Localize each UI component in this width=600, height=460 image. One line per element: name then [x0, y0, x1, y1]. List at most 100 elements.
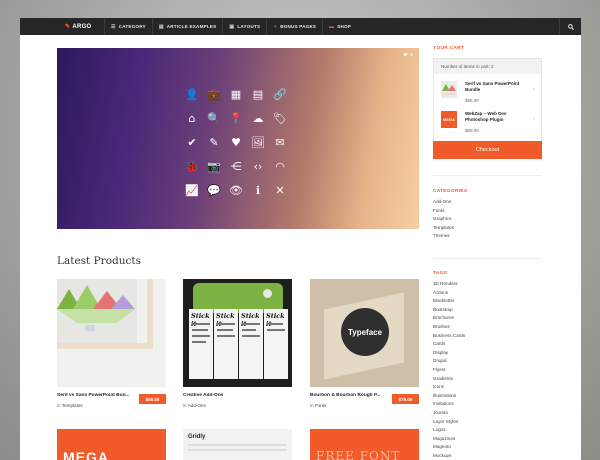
product-price[interactable]: $55.00	[139, 394, 166, 404]
cart-item-thumbnail[interactable]	[441, 81, 457, 98]
mega-text: MEGA	[63, 449, 109, 460]
product-price[interactable]: $79.00	[392, 394, 419, 404]
tag-link[interactable]: Gradients	[433, 375, 465, 384]
cart-item-title[interactable]: Serif vs Sans PowerPoint Bundle	[465, 81, 525, 93]
product-category-link[interactable]: Templates	[62, 403, 83, 408]
product-thumbnail[interactable]: MEGA	[57, 429, 166, 460]
nav-item-label: CATEGORY	[118, 24, 146, 29]
calendar-icon: ▦	[230, 87, 242, 101]
rss-icon: ◠	[275, 159, 285, 173]
tag-link[interactable]: Display	[433, 349, 465, 358]
tag-link[interactable]: Flyers	[433, 366, 465, 375]
cart-count: Number of items in cart: 2	[434, 59, 541, 74]
home-icon: ⌂	[188, 111, 196, 125]
tag-link[interactable]: Logos	[433, 426, 465, 435]
category-link[interactable]: Fonts	[433, 207, 454, 216]
product-category: in Fonts	[310, 403, 326, 408]
nav-item-label: SHOP	[337, 24, 352, 29]
tag-link[interactable]: Joomla	[433, 409, 465, 418]
check-icon: ✔	[187, 135, 197, 149]
badge-circle	[263, 289, 272, 298]
tag-link[interactable]: Blackletter	[433, 297, 465, 306]
nav-item-article-examples[interactable]: ▤ ARTICLE EXAMPLES	[151, 18, 223, 35]
gridly-bar	[188, 444, 287, 446]
tag-link[interactable]: Magazines	[433, 435, 465, 444]
card-line	[192, 329, 208, 331]
nav-item-label: ARTICLE EXAMPLES	[166, 24, 217, 29]
card-line	[217, 329, 233, 331]
remove-item-icon[interactable]: ×	[533, 116, 535, 121]
product-thumbnail[interactable]: FREE FONT	[310, 429, 419, 460]
nav-item-shop[interactable]: ▬ SHOP	[322, 18, 357, 35]
share-icon: ⋲	[230, 159, 242, 173]
tag-link[interactable]: Mockups	[433, 452, 465, 460]
product-thumbnail[interactable]	[57, 279, 166, 387]
cart-icon: ▬	[329, 23, 335, 30]
checkout-button[interactable]: Checkout	[433, 141, 542, 159]
image-icon: 🖼	[251, 135, 265, 149]
nav-item-category[interactable]: ☰ CATEGORY	[104, 18, 152, 35]
brand-logo[interactable]: ✎ ARGO	[20, 23, 104, 31]
gridly-bar	[188, 449, 287, 451]
nav-search-button[interactable]	[559, 18, 581, 35]
product-thumbnail[interactable]: Stick it Stick it Stick it	[183, 279, 292, 387]
product-card[interactable]: Serif vs Sans PowerPoint Bun... in Templ…	[57, 279, 166, 408]
category-link[interactable]: Add-Ons	[433, 198, 454, 207]
document-icon: ▤	[252, 87, 264, 101]
tag-link[interactable]: Brochures	[433, 314, 465, 323]
heart-icon: ♥	[231, 135, 241, 149]
tag-link[interactable]: Icons	[433, 383, 465, 392]
nav-item-bonus-pages[interactable]: ♆ BONUS PAGES	[266, 18, 322, 35]
tag-link[interactable]: Layer Styles	[433, 418, 465, 427]
tag-link[interactable]: Actions	[433, 289, 465, 298]
product-card[interactable]: Stick it Stick it Stick it	[183, 279, 292, 408]
tag-link[interactable]: Business Cards	[433, 332, 465, 341]
mail-icon: ✉	[275, 135, 285, 149]
tag-link[interactable]: Brushes	[433, 323, 465, 332]
tag-link[interactable]: Cards	[433, 340, 465, 349]
product-thumbnail[interactable]: Typeface	[310, 279, 419, 387]
cart-item-price: $55.00	[465, 98, 479, 103]
tag-link[interactable]: Drupal	[433, 357, 465, 366]
tag-link[interactable]: Magento	[433, 443, 465, 452]
tag-link[interactable]: 3D Renders	[433, 280, 465, 289]
product-name[interactable]: Creative Add-Ons	[183, 393, 261, 398]
product-name[interactable]: Serif vs Sans PowerPoint Bun...	[57, 393, 135, 398]
document-icon: ▤	[158, 23, 164, 30]
frame-edge	[57, 343, 153, 349]
category-link[interactable]: Templates	[433, 224, 454, 233]
category-link[interactable]: Graphics	[433, 215, 454, 224]
mountains-illustration	[441, 81, 457, 98]
tags-list: 3D Renders Actions Blackletter Bootstrap Bro…	[433, 280, 465, 460]
cart-item-title[interactable]: WebZap – Web Dev Photoshop Plugin	[465, 111, 525, 123]
chart-icon: 📈	[185, 183, 199, 197]
hero-slider[interactable]: 👤 💼 ▦ ▤ 🔗 ⌂ 🔍 📍 ☁ 🏷 ✔ ✎ ♥ 🖼 ✉ 🐞 📷 ⋲ ‹› ◠ 📈 💬 👁 ℹ ✕	[57, 48, 419, 229]
cart-item[interactable]: Serif vs Sans PowerPoint Bundle $55.00 ×	[441, 81, 537, 105]
product-category: in Templates	[57, 403, 83, 408]
sitemap-icon: ♆	[273, 23, 278, 30]
card-line	[217, 323, 235, 325]
tag-link[interactable]: Illustrations	[433, 392, 465, 401]
stickit-card: Stick it	[189, 309, 213, 379]
cart-item-thumbnail[interactable]: MEGA	[441, 111, 457, 128]
category-link[interactable]: Themes	[433, 232, 454, 241]
free-font-text: FREE FONT	[316, 449, 401, 460]
tag-link[interactable]: Invitations	[433, 400, 465, 409]
sidebar-divider	[433, 175, 542, 176]
categories-heading: CATEGORIES	[433, 189, 468, 194]
close-icon: ✕	[275, 183, 285, 197]
product-card[interactable]: Typeface Bourbon & Bourbon Rough P... in…	[310, 279, 419, 408]
nav-item-label: BONUS PAGES	[280, 24, 317, 29]
tag-link[interactable]: Bootstrap	[433, 306, 465, 315]
remove-item-icon[interactable]: ×	[533, 86, 535, 91]
product-category-link[interactable]: Fonts	[315, 403, 327, 408]
slider-dot[interactable]	[404, 53, 407, 56]
cart-item[interactable]: MEGA WebZap – Web Dev Photoshop Plugin $…	[441, 111, 537, 135]
product-thumbnail[interactable]: Gridly	[183, 429, 292, 460]
slider-dot[interactable]	[410, 53, 413, 56]
nav-item-layouts[interactable]: ▣ LAYOUTS	[222, 18, 266, 35]
card-line	[242, 323, 260, 325]
product-name[interactable]: Bourbon & Bourbon Rough P...	[310, 393, 388, 398]
hero-icon-grid: 👤 💼 ▦ ▤ 🔗 ⌂ 🔍 📍 ☁ 🏷 ✔ ✎ ♥ 🖼 ✉ 🐞 📷 ⋲ ‹› ◠ 📈 💬 👁 ℹ ✕	[181, 82, 289, 202]
product-category-link[interactable]: Add-Ons	[188, 403, 206, 408]
